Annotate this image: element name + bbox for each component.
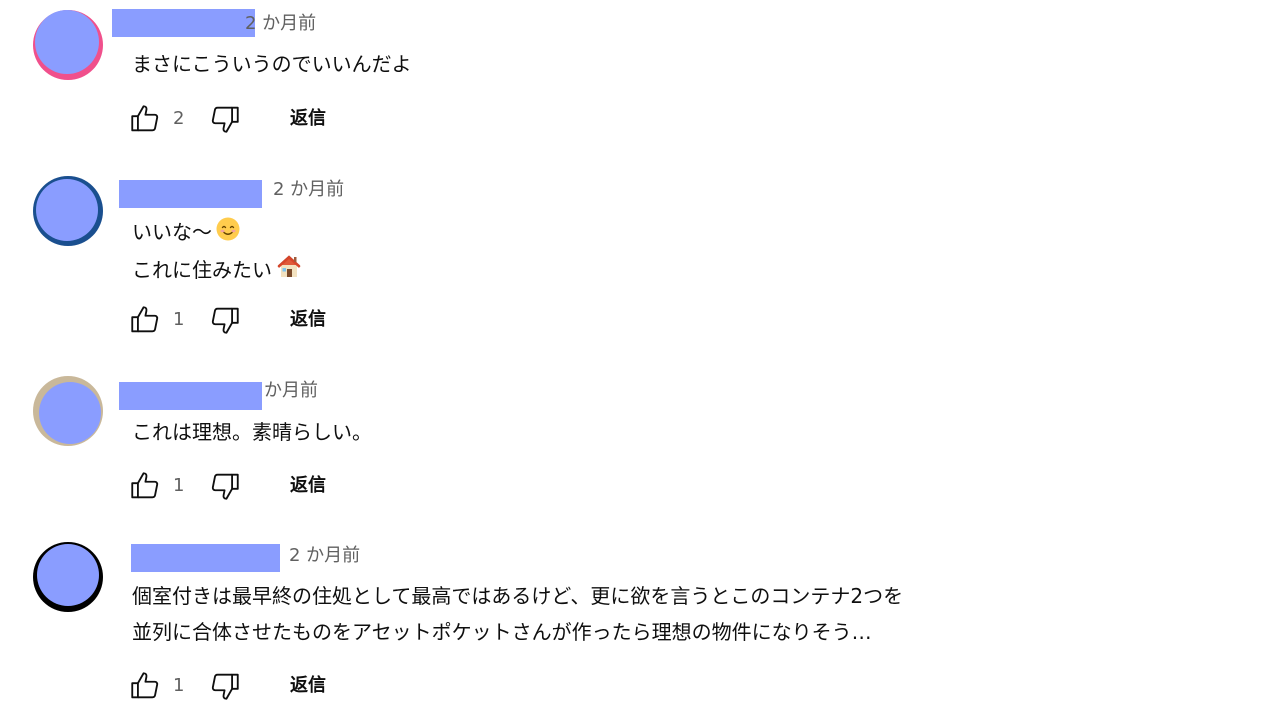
thumbs-up-icon[interactable] <box>128 469 162 503</box>
smiling-face-emoji <box>215 216 241 249</box>
comment-timestamp: 2 か月前 <box>245 13 317 34</box>
like-count: 1 <box>173 309 185 330</box>
comment-text: いいな～ <box>132 216 241 249</box>
like-count: 1 <box>173 475 185 496</box>
author-name-redacted[interactable] <box>131 544 280 572</box>
thumbs-up-icon[interactable] <box>128 669 162 703</box>
comment-text: 個室付きは最早終の住処として最高ではあるけど、更に欲を言うとこのコンテナ2つを <box>132 584 904 608</box>
comment-actions: 1 返信 <box>128 469 388 503</box>
author-name-redacted[interactable] <box>119 382 262 410</box>
reply-button[interactable]: 返信 <box>290 105 326 133</box>
comment-actions: 2 返信 <box>128 102 388 136</box>
avatar[interactable] <box>33 176 103 246</box>
reply-button[interactable]: 返信 <box>290 306 326 334</box>
comment-text: まさにこういうのでいいんだよ <box>132 52 412 76</box>
thumbs-down-icon[interactable] <box>208 102 242 136</box>
thumbs-up-icon[interactable] <box>128 303 162 337</box>
comment-text-line: これに住みたい <box>132 258 272 282</box>
thumbs-up-icon[interactable] <box>128 102 162 136</box>
author-name-redacted[interactable] <box>112 9 255 37</box>
avatar[interactable] <box>33 376 103 446</box>
thumbs-down-icon[interactable] <box>208 303 242 337</box>
comment-actions: 1 返信 <box>128 303 388 337</box>
comment-actions: 1 返信 <box>128 669 388 703</box>
like-count: 2 <box>173 108 185 129</box>
thumbs-down-icon[interactable] <box>208 669 242 703</box>
avatar[interactable] <box>33 542 103 612</box>
comment-timestamp: 2 か月前 <box>289 545 361 566</box>
house-emoji <box>275 252 303 287</box>
thumbs-down-icon[interactable] <box>208 469 242 503</box>
author-name-redacted[interactable] <box>119 180 262 208</box>
comment-text: 並列に合体させたものをアセットポケットさんが作ったら理想の物件になりそう… <box>132 620 872 644</box>
reply-button[interactable]: 返信 <box>290 672 326 700</box>
comment-text: これは理想。素晴らしい。 <box>132 420 372 444</box>
like-count: 1 <box>173 675 185 696</box>
reply-button[interactable]: 返信 <box>290 472 326 500</box>
avatar[interactable] <box>33 10 103 80</box>
comment-timestamp: 2 か月前 <box>273 179 345 200</box>
comment-timestamp: か月前 <box>264 380 318 401</box>
comment-text: これに住みたい <box>132 252 303 287</box>
comment-text-line: いいな～ <box>132 220 212 244</box>
